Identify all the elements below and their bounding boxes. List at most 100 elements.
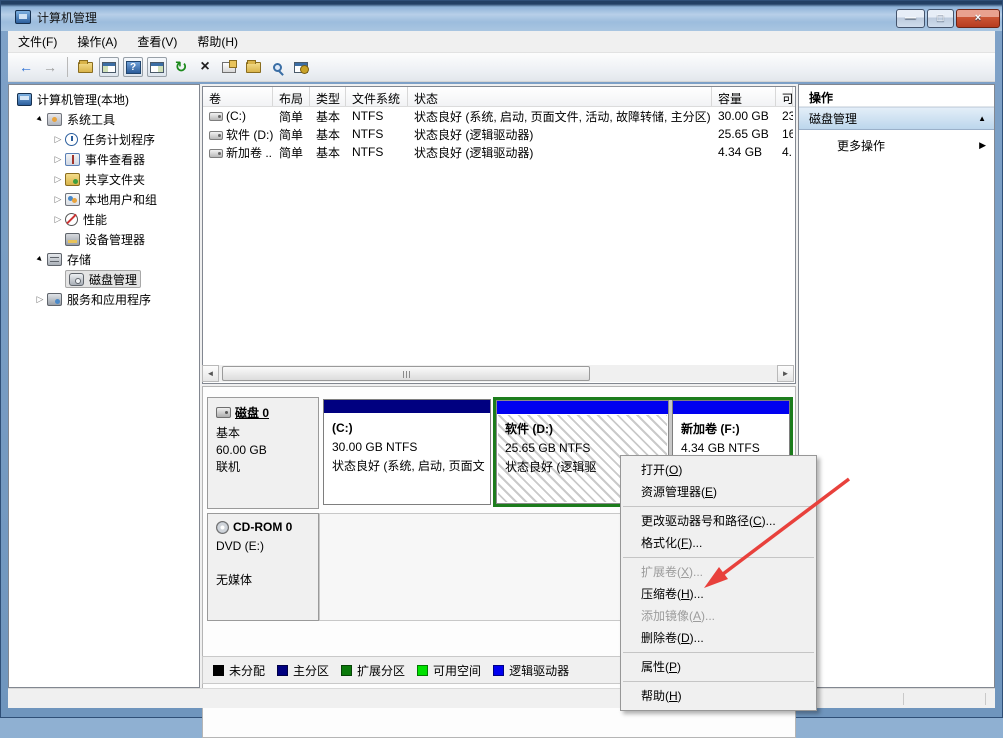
tree-item-storage[interactable]: ▲ 存储 bbox=[9, 249, 199, 269]
cdrom-icon bbox=[216, 521, 229, 534]
help-icon[interactable]: ? bbox=[123, 57, 143, 77]
menu-item-extend-volume: 扩展卷(X)... bbox=[621, 561, 816, 583]
menu-help[interactable]: 帮助(H) bbox=[187, 31, 248, 52]
tree-item-services-applications[interactable]: ▷ 服务和应用程序 bbox=[9, 289, 199, 309]
partition-c[interactable]: (C:) 30.00 GB NTFS 状态良好 (系统, 启动, 页面文 bbox=[323, 399, 491, 505]
collapsed-arrow-icon[interactable]: ▷ bbox=[51, 194, 65, 205]
computer-icon bbox=[17, 93, 32, 106]
refresh-icon[interactable]: ↻ bbox=[171, 57, 191, 77]
maximize-button[interactable]: □ bbox=[927, 9, 954, 28]
tree-item-disk-management[interactable]: 磁盘管理 bbox=[9, 269, 199, 289]
open-folder-icon[interactable] bbox=[243, 57, 263, 77]
cdrom-drive: DVD (E:) bbox=[216, 538, 312, 555]
disk0-info[interactable]: 磁盘 0 基本 60.00 GB 联机 bbox=[207, 397, 319, 509]
event-log-icon bbox=[65, 153, 80, 166]
tree-item-computer-management[interactable]: 计算机管理(本地) bbox=[9, 89, 199, 109]
collapsed-arrow-icon[interactable]: ▷ bbox=[51, 154, 65, 165]
legend-primary: 主分区 bbox=[277, 662, 329, 679]
actions-title: 操作 bbox=[799, 85, 994, 107]
logical-drive-swatch bbox=[493, 665, 504, 676]
menu-separator bbox=[623, 557, 814, 558]
collapsed-arrow-icon[interactable]: ▷ bbox=[33, 294, 47, 305]
free-space-swatch bbox=[417, 665, 428, 676]
shared-folder-icon bbox=[65, 173, 80, 186]
column-layout[interactable]: 布局 bbox=[273, 87, 310, 106]
volume-icon bbox=[209, 131, 223, 140]
collapsed-arrow-icon[interactable]: ▷ bbox=[51, 174, 65, 185]
tree-item-system-tools[interactable]: ▲ 系统工具 bbox=[9, 109, 199, 129]
back-icon[interactable]: ← bbox=[16, 57, 36, 77]
menu-bar: 文件(F) 操作(A) 查看(V) 帮助(H) bbox=[8, 31, 995, 53]
volume-icon bbox=[209, 149, 223, 158]
collapse-icon[interactable]: ▲ bbox=[978, 114, 986, 123]
scroll-right-icon[interactable]: ► bbox=[777, 365, 794, 382]
minimize-button[interactable]: — bbox=[896, 9, 925, 28]
menu-separator bbox=[623, 506, 814, 507]
collapsed-arrow-icon[interactable]: ▷ bbox=[51, 134, 65, 145]
tree-item-event-viewer[interactable]: ▷ 事件查看器 bbox=[9, 149, 199, 169]
menu-view[interactable]: 查看(V) bbox=[127, 31, 187, 52]
menu-file[interactable]: 文件(F) bbox=[8, 31, 67, 52]
volume-list-header: 卷 布局 类型 文件系统 状态 容量 可 bbox=[203, 87, 795, 107]
column-capacity[interactable]: 容量 bbox=[712, 87, 776, 106]
more-actions-item[interactable]: 更多操作 ▶ bbox=[799, 134, 994, 156]
action-pane-toggle-icon[interactable] bbox=[147, 57, 167, 77]
submenu-arrow-icon: ▶ bbox=[979, 140, 986, 151]
search-icon[interactable] bbox=[267, 57, 287, 77]
disk0-size: 60.00 GB bbox=[216, 442, 312, 459]
legend-logical-drive: 逻辑驱动器 bbox=[493, 662, 569, 679]
legend-unallocated: 未分配 bbox=[213, 662, 265, 679]
legend-free-space: 可用空间 bbox=[417, 662, 481, 679]
column-filesystem[interactable]: 文件系统 bbox=[346, 87, 408, 106]
menu-item-help[interactable]: 帮助(H) bbox=[621, 685, 816, 707]
collapsed-arrow-icon[interactable]: ▷ bbox=[51, 214, 65, 225]
toolbar: ← → ? ↻ × bbox=[8, 53, 995, 82]
services-icon bbox=[47, 293, 62, 306]
primary-partition-strip bbox=[324, 400, 490, 413]
tree-item-performance[interactable]: ▷ 性能 bbox=[9, 209, 199, 229]
logical-drive-strip bbox=[497, 401, 668, 414]
delete-icon[interactable]: × bbox=[195, 57, 215, 77]
menu-item-format[interactable]: 格式化(F)... bbox=[621, 532, 816, 554]
menu-item-delete-volume[interactable]: 删除卷(D)... bbox=[621, 627, 816, 649]
harddisk-icon bbox=[216, 407, 231, 418]
console-settings-icon[interactable] bbox=[291, 57, 311, 77]
tree-item-shared-folders[interactable]: ▷ 共享文件夹 bbox=[9, 169, 199, 189]
cdrom-info[interactable]: CD-ROM 0 DVD (E:) 无媒体 bbox=[207, 513, 319, 621]
context-menu: 打开(O) 资源管理器(E) 更改驱动器号和路径(C)... 格式化(F)...… bbox=[620, 455, 817, 711]
volume-list: 卷 布局 类型 文件系统 状态 容量 可 (C:) 简单 基本 NTFS 状态良… bbox=[202, 86, 796, 384]
storage-icon bbox=[47, 253, 62, 266]
column-volume[interactable]: 卷 bbox=[203, 87, 273, 106]
properties-icon[interactable] bbox=[219, 57, 239, 77]
console-tree-toggle-icon[interactable] bbox=[99, 57, 119, 77]
forward-icon[interactable]: → bbox=[40, 57, 60, 77]
column-type[interactable]: 类型 bbox=[310, 87, 346, 106]
volume-row-c[interactable]: (C:) 简单 基本 NTFS 状态良好 (系统, 启动, 页面文件, 活动, … bbox=[203, 107, 795, 125]
column-free-space[interactable]: 可 bbox=[776, 87, 793, 106]
logical-drive-strip bbox=[673, 401, 789, 414]
volume-row-f[interactable]: 新加卷 ... 简单 基本 NTFS 状态良好 (逻辑驱动器) 4.34 GB … bbox=[203, 143, 795, 161]
status-bar bbox=[8, 688, 995, 708]
scrollbar-thumb[interactable] bbox=[222, 366, 590, 381]
expanded-arrow-icon[interactable]: ▲ bbox=[33, 255, 47, 264]
menu-item-change-drive-letter[interactable]: 更改驱动器号和路径(C)... bbox=[621, 510, 816, 532]
actions-section-disk-management[interactable]: 磁盘管理 ▲ bbox=[799, 107, 994, 130]
scroll-left-icon[interactable]: ◄ bbox=[202, 365, 219, 382]
menu-item-shrink-volume[interactable]: 压缩卷(H)... bbox=[621, 583, 816, 605]
toolbar-separator bbox=[67, 57, 68, 77]
volume-row-d[interactable]: 软件 (D:) 简单 基本 NTFS 状态良好 (逻辑驱动器) 25.65 GB… bbox=[203, 125, 795, 143]
tree-item-task-scheduler[interactable]: ▷ 任务计划程序 bbox=[9, 129, 199, 149]
menu-item-explorer[interactable]: 资源管理器(E) bbox=[621, 481, 816, 503]
show-console-tree-icon[interactable] bbox=[75, 57, 95, 77]
expanded-arrow-icon[interactable]: ▲ bbox=[33, 115, 47, 124]
primary-swatch bbox=[277, 665, 288, 676]
tree-item-device-manager[interactable]: 设备管理器 bbox=[9, 229, 199, 249]
menu-item-open[interactable]: 打开(O) bbox=[621, 459, 816, 481]
menu-item-properties[interactable]: 属性(P) bbox=[621, 656, 816, 678]
close-button[interactable]: × bbox=[956, 9, 1000, 28]
disk0-status: 联机 bbox=[216, 459, 312, 476]
horizontal-scrollbar[interactable]: ◄ ► bbox=[202, 365, 794, 382]
column-status[interactable]: 状态 bbox=[408, 87, 712, 106]
tree-item-local-users-groups[interactable]: ▷ 本地用户和组 bbox=[9, 189, 199, 209]
menu-action[interactable]: 操作(A) bbox=[67, 31, 127, 52]
